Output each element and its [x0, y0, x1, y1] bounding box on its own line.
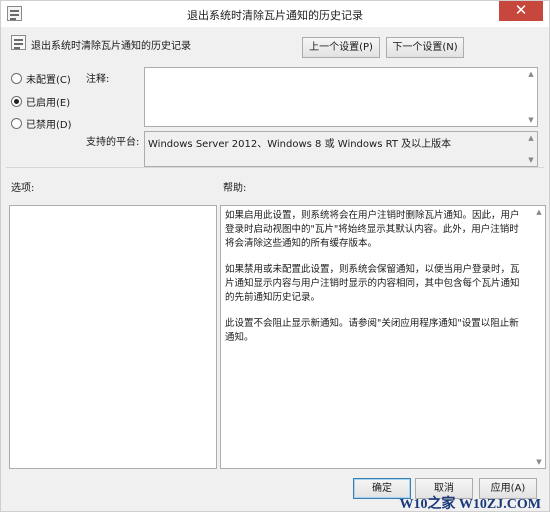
help-panel: 如果启用此设置，则系统将会在用户注销时删除瓦片通知。因此，用户登录时启动视图中的…: [220, 205, 546, 469]
scroll-down-icon[interactable]: ▼: [533, 456, 545, 468]
site-watermark: W10之家 W10ZJ.COM: [399, 497, 541, 512]
radio-enabled[interactable]: 已启用(E): [11, 94, 70, 109]
radio-circle[interactable]: [11, 73, 22, 84]
policy-setting-icon: [11, 35, 26, 50]
scroll-down-icon[interactable]: ▼: [525, 154, 537, 166]
platform-field: Windows Server 2012、Windows 8 或 Windows …: [144, 131, 538, 167]
scroll-up-icon[interactable]: ▲: [533, 206, 545, 218]
radio-not-configured[interactable]: 未配置(C): [11, 71, 71, 86]
comment-label: 注释:: [86, 74, 110, 85]
next-setting-button[interactable]: 下一个设置(N): [386, 37, 464, 58]
options-panel: [9, 205, 217, 469]
radio-circle-checked[interactable]: [11, 96, 22, 107]
close-icon: ✕: [514, 1, 528, 19]
policy-title: 退出系统时清除瓦片通知的历史记录: [31, 41, 191, 52]
help-paragraph: 如果禁用或未配置此设置，则系统会保留通知，以便当用户登录时，瓦片通知显示内容与用…: [225, 264, 520, 303]
comment-textarea[interactable]: ▲ ▼: [144, 67, 538, 127]
options-label: 选项:: [11, 183, 35, 194]
radio-circle[interactable]: [11, 118, 22, 129]
help-label: 帮助:: [223, 183, 247, 194]
close-button[interactable]: ✕: [499, 1, 543, 21]
title-bar: 退出系统时清除瓦片通知的历史记录 ✕: [1, 1, 549, 27]
scroll-down-icon[interactable]: ▼: [525, 114, 537, 126]
radio-label: 已启用(E): [26, 98, 71, 109]
platform-label: 支持的平台:: [86, 137, 140, 148]
help-paragraph: 如果启用此设置，则系统将会在用户注销时删除瓦片通知。因此，用户登录时启动视图中的…: [225, 210, 520, 249]
help-paragraph: 此设置不会阻止显示新通知。请参阅"关闭应用程序通知"设置以阻止新通知。: [225, 318, 519, 343]
radio-label: 未配置(C): [26, 75, 71, 86]
help-scrollbar[interactable]: ▲ ▼: [533, 206, 545, 468]
radio-label: 已禁用(D): [26, 120, 72, 131]
platform-scrollbar[interactable]: ▲ ▼: [525, 132, 537, 166]
section-divider: [6, 167, 544, 168]
scroll-up-icon[interactable]: ▲: [525, 132, 537, 144]
policy-dialog: 退出系统时清除瓦片通知的历史记录 ✕ 退出系统时清除瓦片通知的历史记录 上一个设…: [0, 0, 550, 512]
window-title: 退出系统时清除瓦片通知的历史记录: [187, 9, 363, 22]
scroll-up-icon[interactable]: ▲: [525, 68, 537, 80]
comment-scrollbar[interactable]: ▲ ▼: [525, 68, 537, 126]
previous-setting-button[interactable]: 上一个设置(P): [302, 37, 380, 58]
radio-disabled[interactable]: 已禁用(D): [11, 116, 72, 131]
platform-value: Windows Server 2012、Windows 8 或 Windows …: [148, 139, 452, 150]
